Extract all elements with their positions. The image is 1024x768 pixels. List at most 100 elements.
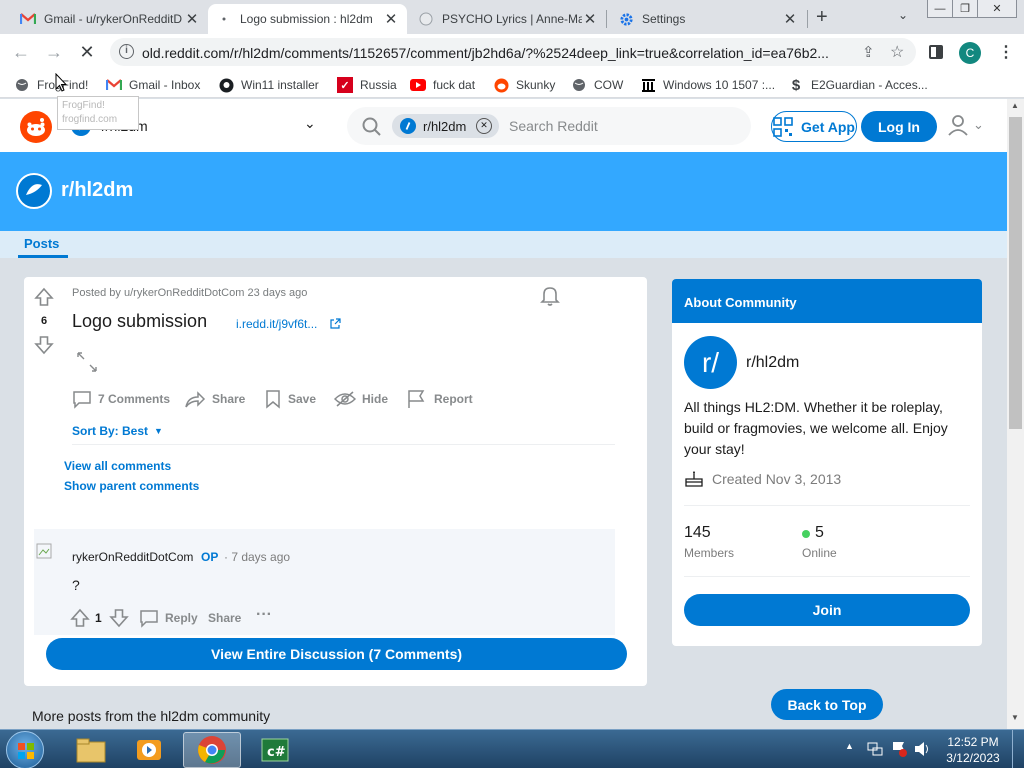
search-icon bbox=[362, 117, 381, 136]
tab-gmail[interactable]: Gmail - u/rykerOnRedditD ✕ bbox=[12, 4, 208, 34]
start-orb-icon[interactable] bbox=[6, 731, 44, 768]
downvote-arrow-icon[interactable] bbox=[34, 335, 54, 355]
bookmark-fuck-dat[interactable]: fuck dat bbox=[410, 74, 475, 96]
upvote-arrow-icon[interactable] bbox=[70, 608, 90, 628]
svg-text:c#: c# bbox=[267, 745, 286, 760]
reddit-logo-icon[interactable] bbox=[20, 111, 52, 143]
hide-button[interactable]: Hide bbox=[334, 389, 388, 409]
network-icon[interactable] bbox=[866, 740, 884, 758]
side-panel-icon[interactable] bbox=[929, 45, 943, 59]
login-button[interactable]: Log In bbox=[861, 111, 937, 142]
bookmarks-bar: FrogFind! Gmail - Inbox Win11 installer … bbox=[0, 70, 1024, 98]
loading-icon bbox=[216, 11, 232, 27]
sort-by-dropdown[interactable]: Sort By: Best ▼ bbox=[72, 424, 163, 438]
community-name[interactable]: r/hl2dm bbox=[746, 354, 799, 372]
media-player-icon[interactable] bbox=[120, 732, 178, 768]
tab-search-chevron-icon[interactable]: ⌄ bbox=[898, 8, 908, 22]
back-arrow-icon[interactable]: ← bbox=[10, 41, 32, 63]
address-bar[interactable]: i old.reddit.com/r/hl2dm/comments/115265… bbox=[110, 38, 916, 66]
stop-loading-icon[interactable]: ✕ bbox=[76, 41, 98, 63]
scroll-up-arrow-icon[interactable]: ▲ bbox=[1011, 101, 1019, 110]
bookmark-gmail-inbox[interactable]: Gmail - Inbox bbox=[106, 74, 200, 96]
reply-button[interactable]: Reply bbox=[139, 608, 198, 628]
bookmark-e2guardian[interactable]: $ E2Guardian - Acces... bbox=[788, 74, 928, 96]
comment-time[interactable]: · 7 days ago bbox=[224, 550, 290, 564]
show-hidden-icons-icon[interactable]: ▲ bbox=[845, 741, 854, 751]
browser-tab-strip: Gmail - u/rykerOnRedditD ✕ Logo submissi… bbox=[0, 0, 1024, 34]
page-scrollbar[interactable]: ▲ ▼ bbox=[1007, 99, 1024, 729]
search-bar[interactable]: r/hl2dm ✕ Search Reddit bbox=[347, 107, 751, 145]
hide-eye-icon bbox=[334, 391, 356, 407]
bookmark-label: fuck dat bbox=[433, 78, 476, 92]
comments-label: 7 Comments bbox=[98, 392, 171, 406]
bookmark-russia[interactable]: ✓ Russia bbox=[337, 74, 397, 96]
show-desktop-button[interactable] bbox=[1012, 730, 1024, 768]
comment-author[interactable]: rykerOnRedditDotCom bbox=[72, 550, 193, 564]
post-title[interactable]: Logo submission bbox=[72, 311, 207, 332]
bookmark-win11-installer[interactable]: Win11 installer bbox=[218, 74, 319, 96]
file-explorer-icon[interactable] bbox=[62, 732, 120, 768]
action-center-flag-icon[interactable] bbox=[890, 740, 908, 758]
comment-icon bbox=[73, 391, 91, 409]
chrome-menu-icon[interactable]: ⋮ bbox=[998, 42, 1014, 62]
tab-close-icon[interactable]: ✕ bbox=[184, 10, 200, 28]
share-button[interactable]: Share bbox=[184, 389, 245, 409]
chrome-icon[interactable] bbox=[183, 732, 241, 768]
notification-bell-icon[interactable] bbox=[540, 285, 560, 307]
post-score: 6 bbox=[40, 315, 48, 327]
tab-logo-submission[interactable]: Logo submission : hl2dm ✕ bbox=[208, 4, 407, 34]
upvote-arrow-icon[interactable] bbox=[34, 287, 54, 307]
user-menu-dropdown[interactable]: ⌄ bbox=[947, 114, 984, 136]
csharp-icon[interactable]: c# bbox=[246, 732, 304, 768]
join-button[interactable]: Join bbox=[684, 594, 970, 626]
chevron-down-icon: ⌄ bbox=[973, 117, 984, 132]
tab-posts[interactable]: Posts bbox=[24, 236, 59, 251]
bookmark-frogfind[interactable]: FrogFind! bbox=[14, 74, 88, 96]
post-link[interactable]: i.redd.it/j9vf6t... bbox=[236, 317, 317, 331]
profile-avatar[interactable]: C bbox=[959, 42, 981, 64]
divider bbox=[684, 505, 970, 506]
report-button[interactable]: Report bbox=[406, 389, 473, 409]
more-options-icon[interactable]: ··· bbox=[256, 606, 272, 624]
site-info-icon[interactable]: i bbox=[119, 44, 134, 59]
restore-window-icon[interactable]: ❐ bbox=[952, 0, 978, 18]
share-icon[interactable]: ⇪ bbox=[862, 43, 875, 61]
get-app-button[interactable]: Get App bbox=[771, 111, 857, 142]
tab-title: Logo submission : hl2dm bbox=[240, 12, 373, 26]
close-window-icon[interactable]: ✕ bbox=[977, 0, 1017, 18]
minimize-window-icon[interactable]: — bbox=[927, 0, 953, 18]
scroll-down-arrow-icon[interactable]: ▼ bbox=[1011, 713, 1019, 722]
view-all-comments-link[interactable]: View all comments bbox=[64, 459, 171, 473]
comments-button[interactable]: 7 Comments bbox=[72, 389, 170, 409]
view-entire-discussion-button[interactable]: View Entire Discussion (7 Comments) bbox=[46, 638, 627, 670]
user-icon bbox=[948, 115, 968, 136]
volume-icon[interactable] bbox=[913, 740, 931, 758]
tab-title: PSYCHO Lyrics | Anne-Ma bbox=[442, 12, 582, 26]
tab-settings[interactable]: Settings ✕ bbox=[610, 4, 806, 34]
new-tab-icon[interactable]: + bbox=[816, 6, 828, 29]
community-description: All things HL2:DM. Whether it be rolepla… bbox=[684, 399, 948, 457]
bookmark-cow[interactable]: COW bbox=[571, 74, 623, 96]
back-to-top-button[interactable]: Back to Top bbox=[771, 689, 883, 720]
expand-icon[interactable] bbox=[76, 351, 98, 373]
chip-remove-icon[interactable]: ✕ bbox=[476, 118, 492, 134]
search-community-chip[interactable]: r/hl2dm ✕ bbox=[392, 114, 499, 138]
tab-close-icon[interactable]: ✕ bbox=[383, 10, 399, 28]
show-parent-comments-link[interactable]: Show parent comments bbox=[64, 479, 199, 493]
get-app-label: Get App bbox=[801, 118, 855, 135]
tab-close-icon[interactable]: ✕ bbox=[782, 10, 798, 28]
comment-icon bbox=[140, 610, 158, 628]
bookmark-windows-10-1507[interactable]: Windows 10 1507 :... bbox=[640, 74, 775, 96]
bookmark-skunky[interactable]: Skunky bbox=[493, 74, 555, 96]
forward-arrow-icon[interactable]: → bbox=[43, 41, 65, 63]
search-placeholder[interactable]: Search Reddit bbox=[509, 118, 598, 134]
downvote-arrow-icon[interactable] bbox=[109, 608, 129, 628]
tab-close-icon[interactable]: ✕ bbox=[582, 10, 598, 28]
bookmark-star-icon[interactable]: ☆ bbox=[890, 42, 904, 62]
comment-share-button[interactable]: Share bbox=[208, 611, 241, 625]
taskbar-clock[interactable]: 12:52 PM 3/12/2023 bbox=[940, 734, 1006, 766]
scrollbar-thumb[interactable] bbox=[1009, 117, 1022, 429]
comment: rykerOnRedditDotCom OP · 7 days ago ? 1 … bbox=[34, 529, 615, 635]
save-button[interactable]: Save bbox=[264, 389, 316, 409]
tab-psycho-lyrics[interactable]: PSYCHO Lyrics | Anne-Ma ✕ bbox=[410, 4, 606, 34]
